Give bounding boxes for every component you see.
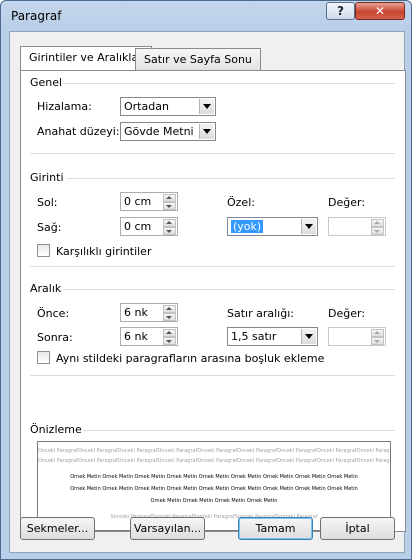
indent-left-label: Sol:: [37, 196, 58, 209]
general-heading: Genel: [30, 76, 63, 89]
no-space-same-style-checkbox[interactable]: [37, 351, 50, 364]
spin-down-icon[interactable]: [163, 202, 176, 210]
outline-level-label: Anahat düzeyi:: [37, 125, 120, 138]
indent-heading: Girinti: [30, 171, 64, 184]
special-indent-value: (yok): [231, 220, 264, 233]
preview-sample-text: Örnek Metin Örnek Metin Örnek Metin Örne…: [70, 474, 358, 480]
spacing-before-spinner[interactable]: 6 nk: [120, 303, 178, 322]
preview-sample-text: Örnek Metin Örnek Metin Örnek Metin Örne…: [150, 498, 278, 504]
spacing-after-value: 6 nk: [124, 330, 148, 343]
indent-right-spinner[interactable]: 0 cm: [120, 217, 178, 236]
divider: [83, 430, 395, 431]
tab-panel: Genel Hizalama: Ortadan Anahat düzeyi: G…: [20, 70, 406, 532]
spin-down-icon[interactable]: [371, 337, 384, 345]
divider: [30, 153, 395, 154]
spacing-before-label: Önce:: [37, 307, 70, 320]
set-default-button[interactable]: Varsayılan...: [130, 517, 205, 540]
spin-up-icon[interactable]: [163, 219, 176, 227]
chevron-down-icon[interactable]: [301, 219, 316, 234]
outline-level-value: Gövde Metni: [124, 125, 194, 138]
cancel-button[interactable]: İptal: [320, 517, 395, 540]
chevron-down-icon[interactable]: [301, 329, 316, 344]
spacing-after-spinner[interactable]: 6 nk: [120, 327, 178, 346]
chevron-down-icon[interactable]: [199, 124, 214, 139]
divider: [67, 178, 395, 179]
mirror-indents-label: Karşılıklı girintiler: [56, 245, 152, 258]
line-spacing-select[interactable]: 1,5 satır: [227, 327, 318, 346]
tabs-button[interactable]: Sekmeler...: [20, 517, 95, 540]
ok-button[interactable]: Tamam: [238, 517, 313, 540]
no-space-same-style-label: Aynı stildeki paragrafların arasına boşl…: [56, 352, 325, 365]
preview-sample-text: Örnek Metin Örnek Metin Örnek Metin Örne…: [70, 486, 358, 492]
tab-indents-spacing[interactable]: Girintiler ve Aralıklar: [20, 46, 152, 71]
tab-label: Girintiler ve Aralıklar: [29, 51, 143, 64]
chevron-down-icon[interactable]: [199, 99, 214, 114]
spin-down-icon[interactable]: [163, 337, 176, 345]
alignment-label: Hizalama:: [37, 100, 92, 113]
indent-right-value: 0 cm: [124, 220, 152, 233]
close-button[interactable]: ✕: [355, 2, 405, 20]
paragraph-dialog: Paragraf ? ✕ Girintiler ve Aralıklar Sat…: [0, 0, 412, 560]
outline-level-select[interactable]: Gövde Metni: [120, 122, 216, 141]
divider: [63, 289, 395, 290]
line-spacing-label: Satır aralığı:: [227, 307, 294, 320]
spin-up-icon[interactable]: [371, 329, 384, 337]
indent-by-spinner[interactable]: [328, 217, 386, 236]
divider: [30, 375, 395, 376]
tab-line-page-breaks[interactable]: Satır ve Sayfa Sonu: [135, 48, 261, 70]
title-bar: Paragraf ? ✕: [1, 1, 411, 31]
special-label: Özel:: [227, 196, 255, 209]
spin-up-icon[interactable]: [163, 305, 176, 313]
indent-by-label: Değer:: [328, 196, 366, 209]
dialog-body: Girintiler ve Aralıklar Satır ve Sayfa S…: [9, 31, 406, 553]
spin-down-icon[interactable]: [371, 227, 384, 235]
special-value-wrap: (yok): [231, 220, 264, 233]
preview-previous-paragraph: Önceki ParagrafÖnceki ParagrafÖnceki Par…: [38, 458, 390, 464]
tab-label: Satır ve Sayfa Sonu: [144, 53, 252, 66]
indent-right-label: Sağ:: [37, 221, 62, 234]
spacing-at-label: Değer:: [328, 307, 366, 320]
spacing-at-spinner[interactable]: [328, 327, 386, 346]
help-button[interactable]: ?: [326, 2, 355, 20]
dialog-title: Paragraf: [11, 9, 62, 23]
line-spacing-value: 1,5 satır: [231, 330, 277, 343]
indent-left-spinner[interactable]: 0 cm: [120, 192, 178, 211]
spacing-after-label: Sonra:: [37, 331, 73, 344]
divider: [63, 83, 395, 84]
special-indent-select[interactable]: (yok): [227, 217, 318, 236]
preview-heading: Önizleme: [30, 423, 82, 436]
alignment-select[interactable]: Ortadan: [120, 97, 216, 116]
indent-left-value: 0 cm: [124, 195, 152, 208]
spin-up-icon[interactable]: [163, 329, 176, 337]
spin-up-icon[interactable]: [163, 194, 176, 202]
mirror-indents-checkbox[interactable]: [37, 244, 50, 257]
spacing-heading: Aralık: [30, 282, 62, 295]
spin-down-icon[interactable]: [163, 227, 176, 235]
spacing-before-value: 6 nk: [124, 306, 148, 319]
spin-down-icon[interactable]: [163, 313, 176, 321]
divider: [30, 266, 395, 267]
spin-up-icon[interactable]: [371, 219, 384, 227]
preview-previous-paragraph: Önceki ParagrafÖnceki ParagrafÖnceki Par…: [38, 448, 390, 454]
alignment-value: Ortadan: [124, 100, 169, 113]
